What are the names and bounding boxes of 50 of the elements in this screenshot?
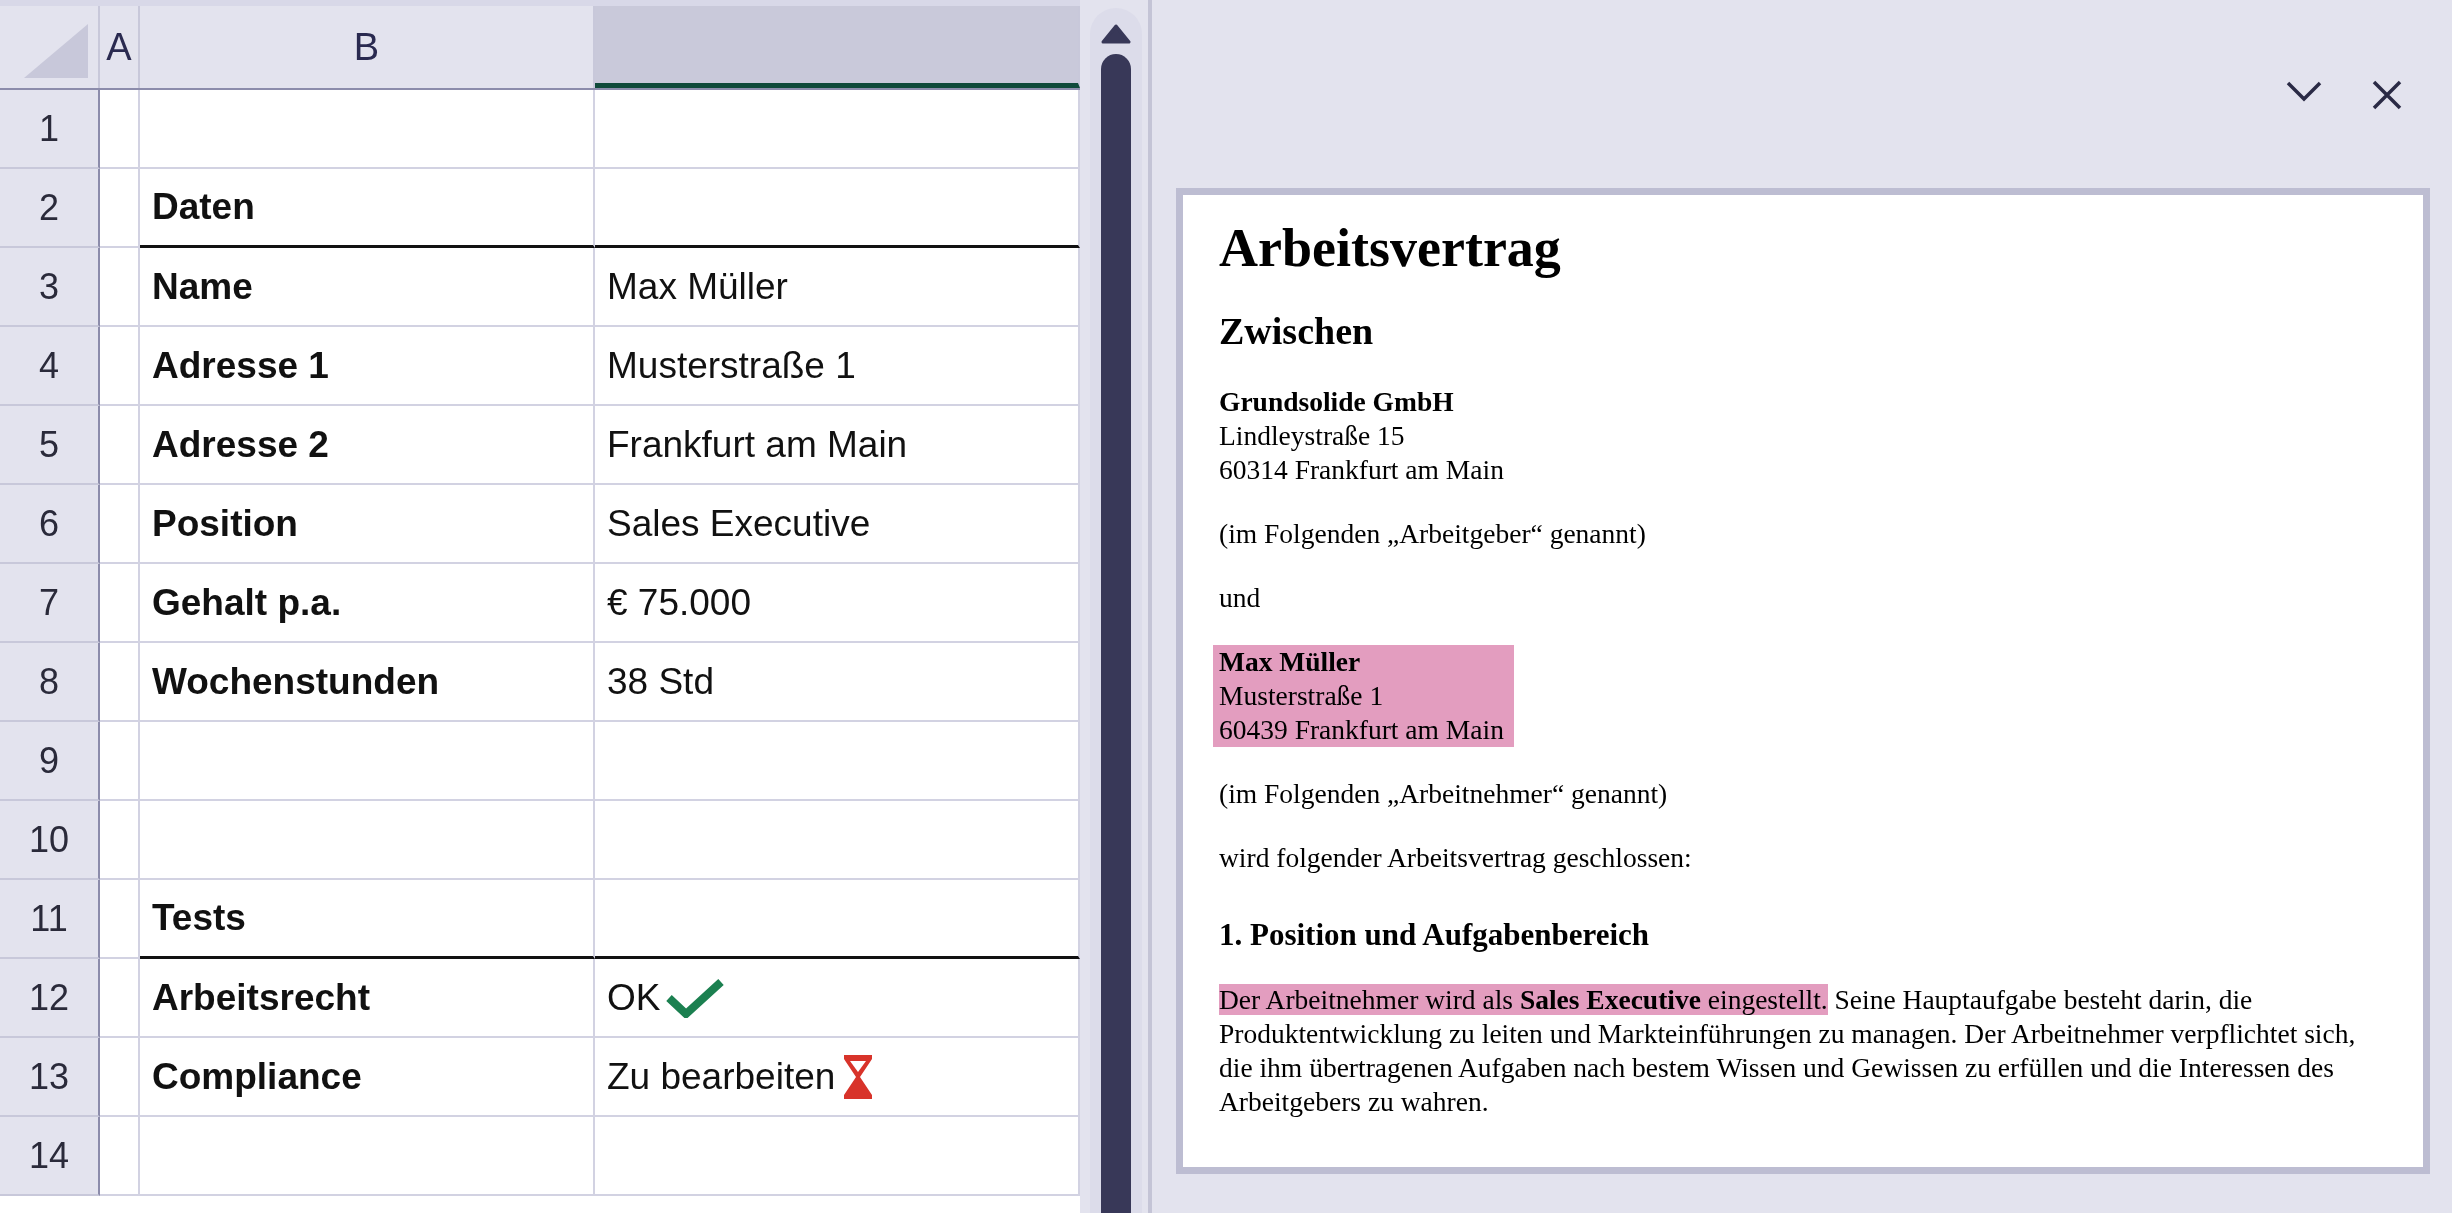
paragraph: (im Folgenden „Arbeitnehmer“ genannt): [1219, 777, 1668, 811]
row-label-cell: Wochenstunden: [140, 643, 595, 722]
row-number[interactable]: 9: [0, 722, 100, 801]
checkmark-icon: [666, 977, 725, 1018]
value-cell: € 75.000: [595, 564, 1080, 643]
value-cell: OK: [595, 959, 1080, 1038]
row-number[interactable]: 13: [0, 1038, 100, 1117]
row-label-cell: Adresse 1: [140, 327, 595, 406]
value-cell: Frankfurt am Main: [595, 406, 1080, 485]
row-number[interactable]: 4: [0, 327, 100, 406]
row-label-cell: Arbeitsrecht: [140, 959, 595, 1038]
column-header[interactable]: A: [100, 6, 140, 88]
row-number[interactable]: 3: [0, 248, 100, 327]
clause-heading: 1. Position und Aufgabenbereich: [1219, 917, 1650, 953]
row-number[interactable]: 7: [0, 564, 100, 643]
row-number[interactable]: 12: [0, 959, 100, 1038]
select-all-icon: [24, 24, 88, 78]
row-label-cell: Daten: [140, 169, 595, 248]
row-label-cell: Adresse 2: [140, 406, 595, 485]
row-number[interactable]: 5: [0, 406, 100, 485]
row-label-cell: Position: [140, 485, 595, 564]
row-number[interactable]: 8: [0, 643, 100, 722]
row-number[interactable]: 1: [0, 90, 100, 169]
paragraph: (im Folgenden „Arbeitgeber“ genannt): [1219, 517, 1646, 551]
value-cell: Sales Executive: [595, 485, 1080, 564]
column-header[interactable]: [595, 6, 1080, 88]
chevron-down-icon[interactable]: [2286, 80, 2322, 102]
row-number[interactable]: 10: [0, 801, 100, 880]
section-heading: Zwischen: [1219, 309, 1374, 353]
row-label-cell: Tests: [140, 880, 595, 959]
paragraph: wird folgender Arbeitsvertrag geschlossen:: [1219, 841, 1692, 875]
vertical-scrollbar[interactable]: [1090, 8, 1142, 1213]
value-cell: Musterstraße 1: [595, 327, 1080, 406]
document-title: Arbeitsvertrag: [1219, 217, 1561, 279]
value-cell: 38 Std: [595, 643, 1080, 722]
row-label-cell: Compliance: [140, 1038, 595, 1117]
paragraph: Der Arbeitnehmer wird als Sales Executive eingestellt. Seine Hauptaufgabe besteht darin, die Produktentwicklung zu leiten und Markteinführungen zu managen. Der Arbeitnehmer verpflichtet sich, die ihm übertragenen Aufgaben nach bestem Wissen und Gewissen zu erfüllen und die Interessen des Arbeitgebers zu wahren.: [1219, 983, 2357, 1119]
value-cell: Max Müller: [595, 248, 1080, 327]
row-number[interactable]: 6: [0, 485, 100, 564]
close-icon[interactable]: [2372, 80, 2402, 110]
address-text: Max Müller Musterstraße 1 60439 Frankfurt am Main: [1213, 645, 1514, 747]
row-number[interactable]: 14: [0, 1117, 100, 1196]
value-cell: Zu bearbeiten: [595, 1038, 1080, 1117]
address-text: Grundsolide GmbH Lindleystraße 15 60314 Frankfurt am Main: [1218, 385, 1505, 487]
row-label-cell: Gehalt p.a.: [140, 564, 595, 643]
row-label-cell: Name: [140, 248, 595, 327]
scroll-up-icon: [1101, 22, 1131, 44]
row-number[interactable]: 2: [0, 169, 100, 248]
row-number[interactable]: 11: [0, 880, 100, 959]
paragraph: und: [1219, 581, 1261, 615]
